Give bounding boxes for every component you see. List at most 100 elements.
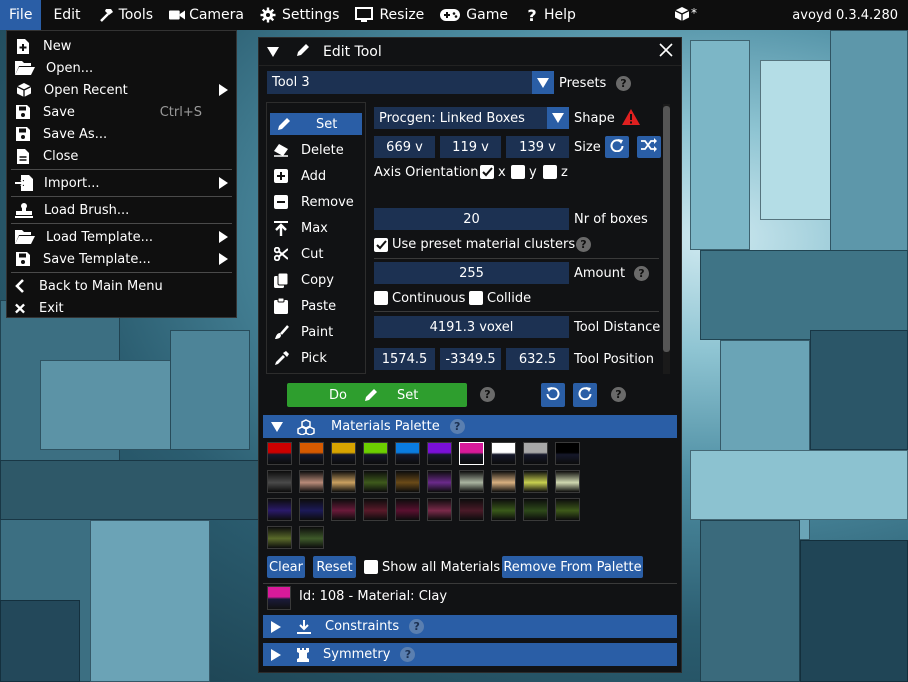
tool-position-x-input[interactable]: 1574.5 [374,348,435,370]
warning-icon[interactable] [622,109,640,129]
undo-redo-help-icon[interactable]: ? [611,387,626,402]
material-swatch[interactable] [491,470,516,493]
tool-delete[interactable]: Delete [267,137,365,163]
material-swatch[interactable] [299,526,324,549]
tool-paint[interactable]: Paint [267,319,365,345]
symmetry-help-icon[interactable]: ? [400,647,416,662]
tool-distance-input[interactable]: 4191.3 voxel [374,316,569,338]
close-icon[interactable] [659,43,675,59]
material-swatch[interactable] [459,470,484,493]
material-swatch[interactable] [491,498,516,521]
materials-help-icon[interactable]: ? [449,419,465,434]
presets-help-icon[interactable]: ? [616,76,631,91]
preset-clusters-help-icon[interactable]: ? [576,237,591,252]
materials-palette-header[interactable]: Materials Palette ? [263,415,677,438]
amount-help-icon[interactable]: ? [634,266,649,281]
material-swatch[interactable] [299,498,324,521]
menu-file[interactable]: File [0,0,42,30]
material-swatch[interactable] [267,470,292,493]
tool-pick[interactable]: Pick [267,345,365,371]
menu-item-new[interactable]: New [7,35,236,57]
menu-item-back-to-main-menu[interactable]: Back to Main Menu [7,275,236,297]
tool-add[interactable]: Add [267,163,365,189]
menu-settings[interactable]: Settings [252,0,347,30]
size-z-input[interactable]: 139 v [506,136,569,158]
menu-item-close[interactable]: Close [7,145,236,167]
clear-button[interactable]: Clear [267,556,305,578]
remove-from-palette-button[interactable]: Remove From Palette [502,556,643,578]
material-swatch[interactable] [395,470,420,493]
material-swatch[interactable] [459,442,484,465]
preset-select[interactable]: Tool 3 [267,71,554,94]
material-swatch[interactable] [363,442,388,465]
material-swatch[interactable] [523,470,548,493]
continuous-checkbox[interactable] [374,291,388,305]
material-swatch[interactable] [267,526,292,549]
tool-copy[interactable]: Copy [267,267,365,293]
menu-edit[interactable]: Edit [41,0,90,30]
shape-select[interactable]: Procgen: Linked Boxes [374,107,569,129]
material-swatch[interactable] [395,498,420,521]
reset-size-button[interactable] [605,136,629,158]
edit-tool-title-bar[interactable]: Edit Tool [259,38,681,66]
material-swatch[interactable] [299,470,324,493]
material-swatch[interactable] [427,442,452,465]
amount-input[interactable]: 255 [374,262,569,284]
menu-item-import[interactable]: Import... [7,172,236,194]
material-swatch[interactable] [267,442,292,465]
constraints-header[interactable]: Constraints ? [263,615,677,638]
menu-item-save[interactable]: Save Ctrl+S [7,101,236,123]
axis-z-checkbox[interactable] [543,165,557,179]
menu-tools[interactable]: Tools [91,0,162,30]
axis-y-checkbox[interactable] [511,165,525,179]
constraints-help-icon[interactable]: ? [409,619,425,634]
menu-item-load-template[interactable]: Load Template... [7,226,236,248]
size-y-input[interactable]: 119 v [440,136,501,158]
do-help-icon[interactable]: ? [480,387,495,402]
material-swatch[interactable] [555,442,580,465]
menu-item-save-template[interactable]: Save Template... [7,248,236,270]
material-swatch[interactable] [395,442,420,465]
reset-button[interactable]: Reset [313,556,356,578]
tool-set[interactable]: Set [270,113,362,135]
material-swatch[interactable] [331,498,356,521]
material-swatch[interactable] [523,442,548,465]
material-swatch[interactable] [459,498,484,521]
nr-boxes-input[interactable]: 20 [374,208,569,230]
random-size-button[interactable] [637,136,661,158]
tool-paste[interactable]: Paste [267,293,365,319]
menu-item-load-brush[interactable]: Load Brush... [7,199,236,221]
material-swatch[interactable] [523,498,548,521]
menu-resize[interactable]: Resize [347,0,432,30]
tool-position-y-input[interactable]: -3349.5 [440,348,501,370]
axis-x-checkbox[interactable] [480,165,494,179]
menu-item-exit[interactable]: Exit [7,297,236,319]
scrollbar[interactable] [663,104,670,374]
material-swatch[interactable] [299,442,324,465]
material-swatch[interactable] [491,442,516,465]
tool-cut[interactable]: Cut [267,241,365,267]
menu-item-open[interactable]: Open... [7,57,236,79]
material-swatch[interactable] [427,470,452,493]
material-swatch[interactable] [267,498,292,521]
symmetry-header[interactable]: Symmetry ? [263,643,677,666]
menu-game[interactable]: Game [432,0,516,30]
material-swatch[interactable] [363,470,388,493]
tool-position-z-input[interactable]: 632.5 [506,348,569,370]
menu-help[interactable]: ? Help [516,0,584,30]
collide-checkbox[interactable] [469,291,483,305]
redo-button[interactable] [573,383,597,407]
undo-button[interactable] [541,383,565,407]
preset-clusters-checkbox[interactable] [374,238,388,252]
material-swatch[interactable] [331,470,356,493]
material-swatch[interactable] [331,442,356,465]
material-swatch[interactable] [555,498,580,521]
material-swatch[interactable] [363,498,388,521]
tool-remove[interactable]: Remove [267,189,365,215]
scrollbar-thumb[interactable] [663,106,670,352]
show-all-materials-checkbox[interactable] [364,560,378,574]
size-x-input[interactable]: 669 v [374,136,435,158]
do-set-button[interactable]: Do Set [287,383,467,407]
material-swatch[interactable] [427,498,452,521]
menu-camera[interactable]: Camera [161,0,252,30]
